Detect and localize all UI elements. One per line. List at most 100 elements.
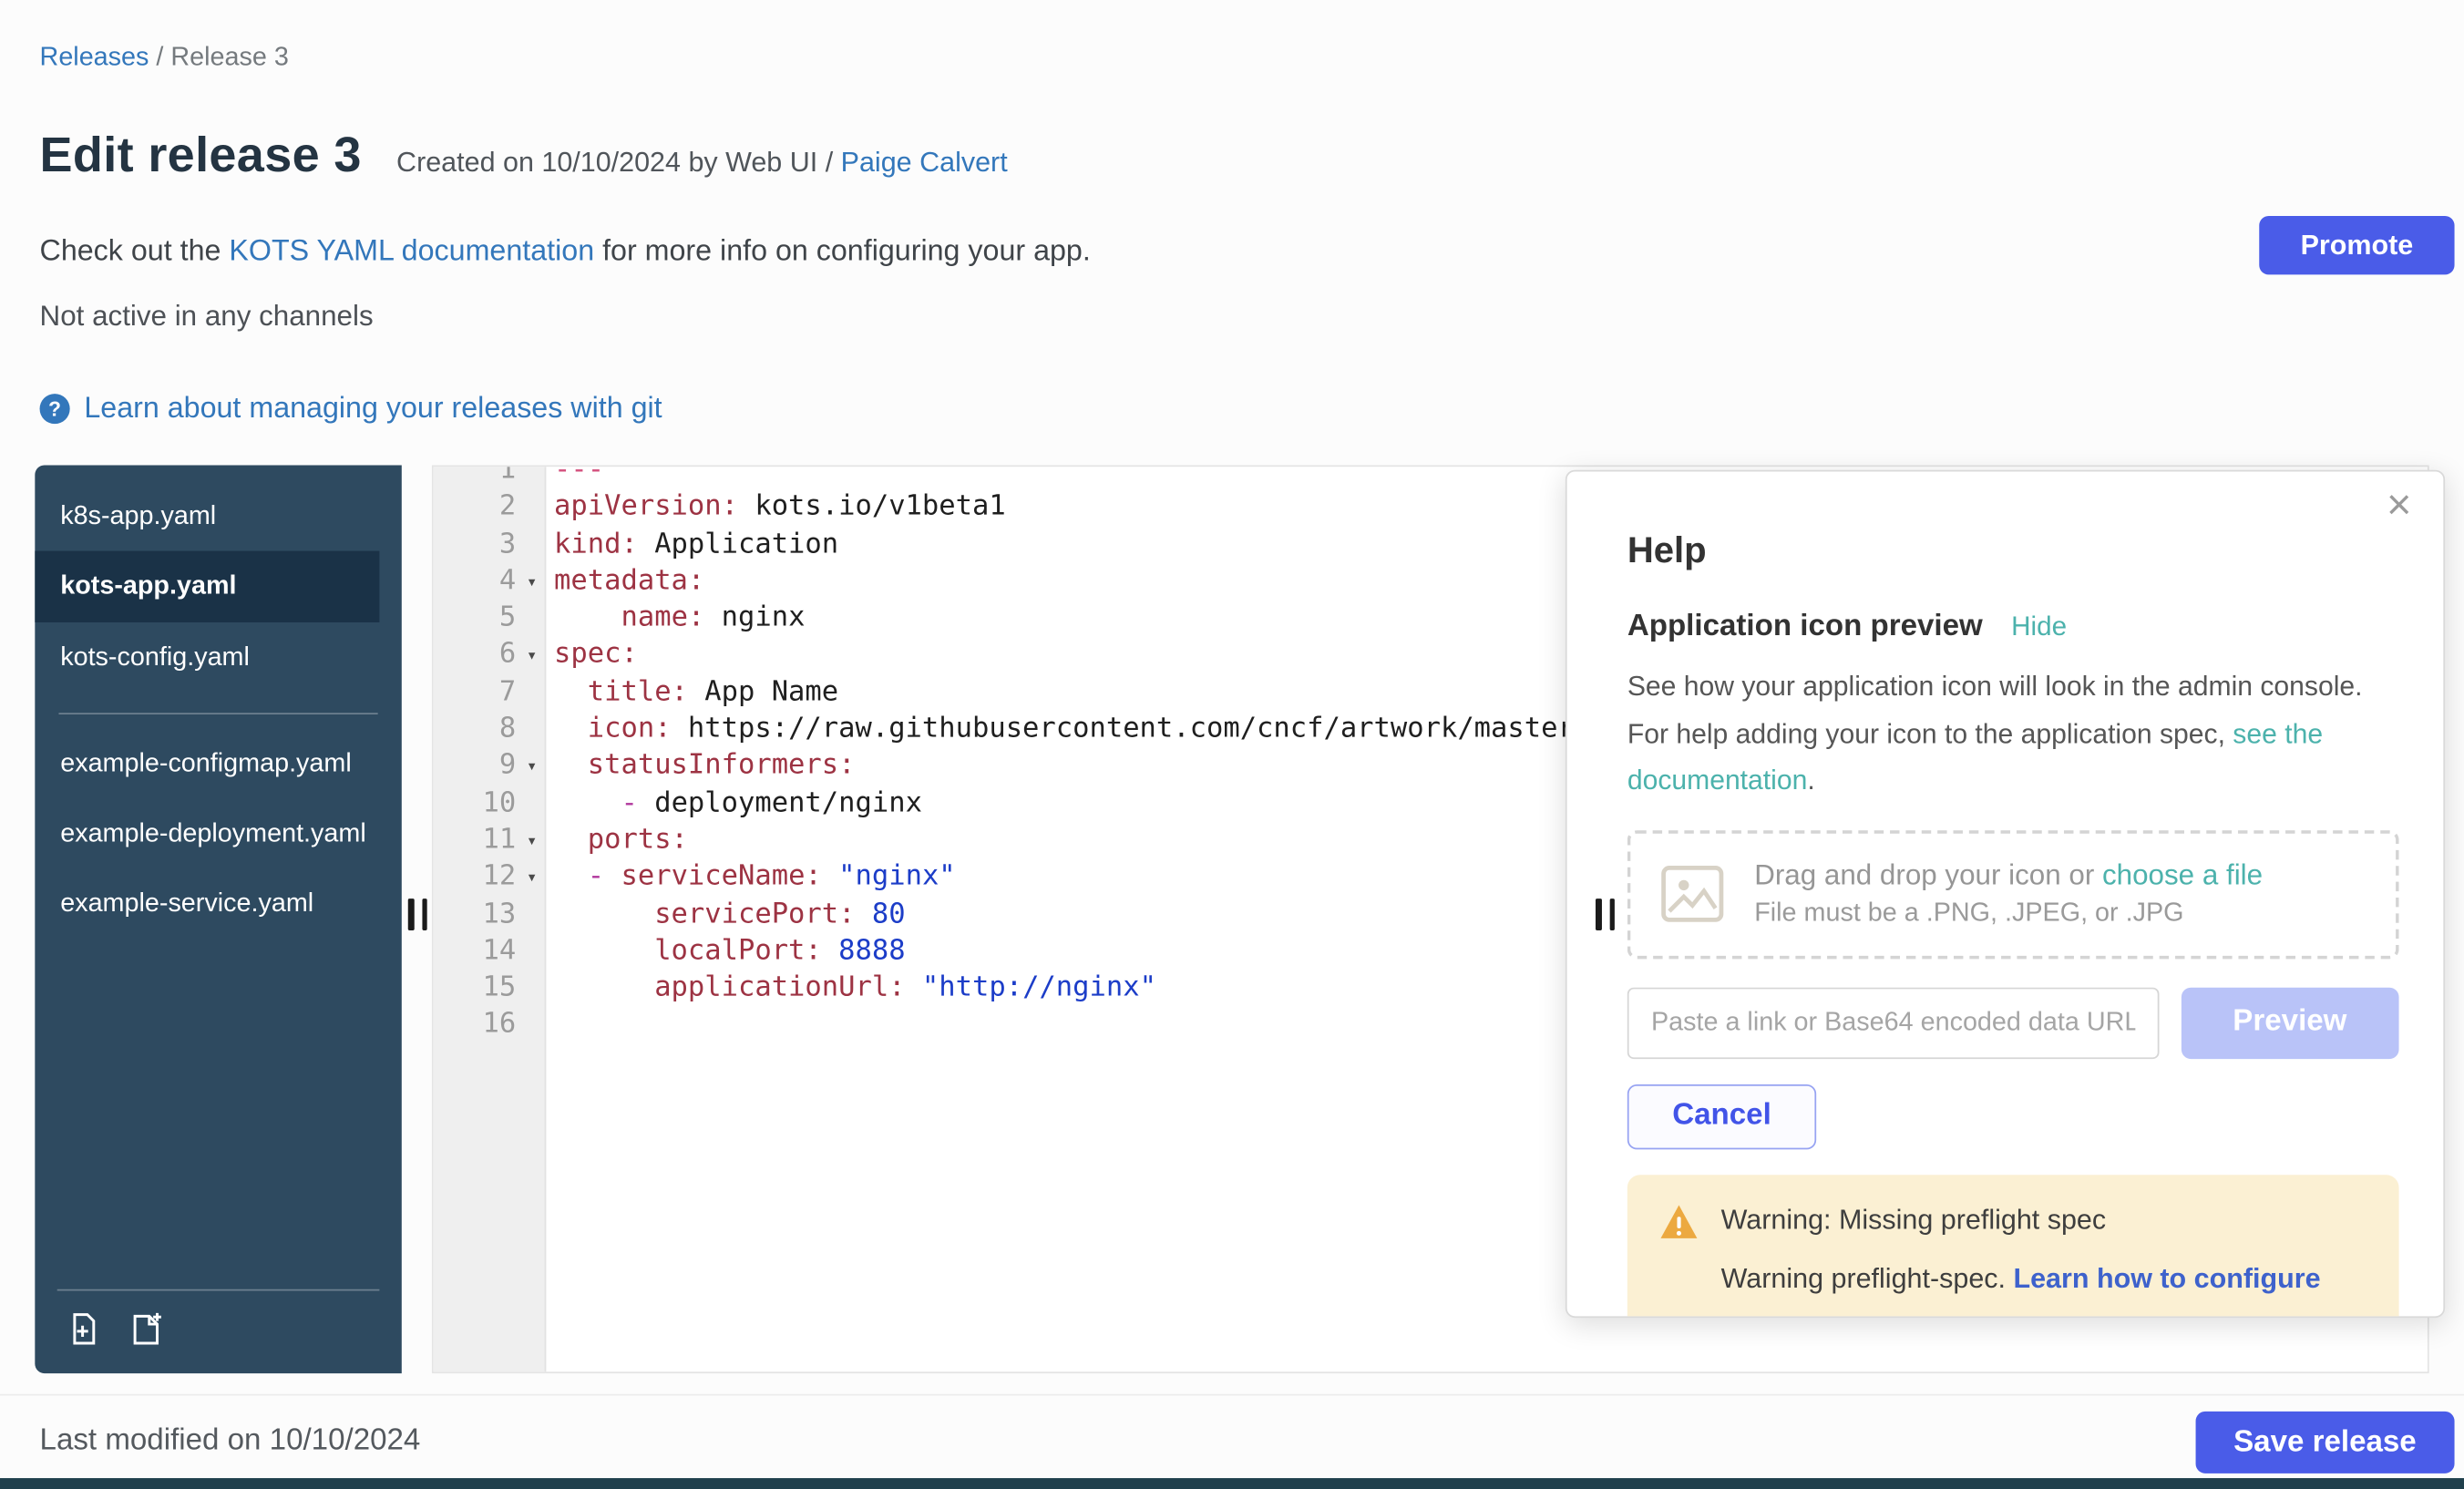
code-text[interactable]: - serviceName: "nginx" [545, 859, 956, 897]
file-name: kots-config.yaml [60, 642, 250, 671]
preview-button[interactable]: Preview [2181, 987, 2398, 1058]
breadcrumb-releases-link[interactable]: Releases [40, 43, 149, 71]
fold-arrow-icon[interactable] [519, 933, 545, 970]
code-text[interactable]: applicationUrl: "http://nginx" [545, 970, 1156, 1008]
help-circle-icon[interactable]: ? [40, 393, 70, 423]
fold-arrow-icon[interactable] [519, 897, 545, 934]
save-release-button[interactable]: Save release [2195, 1412, 2454, 1474]
cancel-button[interactable]: Cancel [1627, 1083, 1816, 1148]
code-text[interactable]: metadata: [545, 563, 705, 601]
line-number: 10 [483, 786, 519, 823]
line-number: 13 [483, 897, 519, 934]
fold-arrow-icon[interactable]: ▾ [519, 859, 545, 897]
fold-arrow-icon[interactable] [519, 465, 545, 489]
code-token [554, 787, 621, 819]
fold-arrow-icon[interactable] [519, 674, 545, 712]
code-token: https://raw.githubusercontent.com/cncf/a… [672, 713, 1592, 744]
close-icon[interactable]: × [2387, 484, 2411, 527]
gutter-cell: 8 [434, 712, 545, 749]
code-token [554, 824, 588, 856]
code-token: 8888 [838, 935, 905, 967]
fold-arrow-icon[interactable] [519, 712, 545, 749]
warning-detail-text: Warning preflight-spec. [1721, 1261, 2014, 1293]
author-link[interactable]: Paige Calvert [841, 146, 1008, 178]
code-text[interactable] [545, 1007, 554, 1044]
line-number: 11 [483, 822, 519, 859]
dropzone-text-block: Drag and drop your icon or choose a file… [1754, 859, 2263, 929]
warning-title: Warning: Missing preflight spec [1721, 1203, 2321, 1237]
code-token [554, 898, 654, 929]
git-releases-link[interactable]: Learn about managing your releases with … [84, 391, 662, 426]
code-text[interactable]: title: App Name [545, 674, 839, 712]
hide-link[interactable]: Hide [2011, 611, 2067, 643]
sidebar-file-item[interactable]: k8s-app.yaml [35, 481, 401, 551]
icon-dropzone[interactable]: Drag and drop your icon or choose a file… [1627, 829, 2399, 958]
code-token: ports: [588, 824, 688, 856]
gutter-cell: 3 [434, 527, 545, 564]
code-text[interactable]: servicePort: 80 [545, 897, 906, 934]
code-token: Application [638, 528, 838, 560]
gutter-cell: 10 [434, 786, 545, 823]
icon-url-input[interactable] [1627, 987, 2159, 1058]
code-text[interactable]: statusInformers: [545, 748, 856, 786]
code-token: statusInformers: [588, 750, 856, 782]
icon-link-row: Preview [1627, 987, 2399, 1058]
code-text[interactable]: --- [545, 465, 605, 489]
help-panel-resize-handle[interactable] [1596, 899, 1615, 930]
import-file-icon[interactable] [127, 1309, 165, 1348]
fold-arrow-icon[interactable] [519, 786, 545, 823]
fold-arrow-icon[interactable]: ▾ [519, 637, 545, 674]
sidebar-file-item[interactable]: example-configmap.yaml [35, 728, 401, 798]
sidebar-file-item[interactable]: example-deployment.yaml [35, 798, 401, 868]
gutter-cell: 1 [434, 465, 545, 489]
code-token [554, 750, 588, 782]
code-text[interactable]: - deployment/nginx [545, 786, 922, 823]
sidebar-resize-handle[interactable] [408, 899, 427, 930]
code-token: name: [621, 602, 704, 634]
code-token: apiVersion: [554, 491, 738, 523]
code-text[interactable]: apiVersion: kots.io/v1beta1 [545, 489, 1006, 527]
file-name: k8s-app.yaml [60, 502, 216, 530]
fold-arrow-icon[interactable]: ▾ [519, 748, 545, 786]
code-text[interactable]: name: nginx [545, 601, 806, 638]
sidebar-file-item[interactable]: kots-app.yaml [35, 551, 379, 621]
fold-arrow-icon[interactable]: ▾ [519, 563, 545, 601]
code-text[interactable]: spec: [545, 637, 638, 674]
title-row: Edit release 3 Created on 10/10/2024 by … [40, 127, 1008, 184]
choose-file-link[interactable]: choose a file [2102, 859, 2263, 891]
gutter-cell: 16 [434, 1007, 545, 1044]
kots-yaml-doc-link[interactable]: KOTS YAML documentation [229, 233, 594, 267]
line-number: 5 [499, 601, 519, 638]
fold-arrow-icon[interactable]: ▾ [519, 822, 545, 859]
fold-arrow-icon[interactable] [519, 489, 545, 527]
promote-button[interactable]: Promote [2259, 216, 2454, 274]
line-number: 14 [483, 933, 519, 970]
code-token [554, 972, 654, 1004]
code-token: servicePort: [654, 898, 855, 929]
created-info: Created on 10/10/2024 by Web UI / Paige … [396, 146, 1008, 180]
code-token [554, 602, 621, 634]
gutter-cell: 11 ▾ [434, 822, 545, 859]
code-token [822, 935, 838, 967]
icon-preview-title: Application icon preview [1627, 610, 1983, 644]
code-token: spec: [554, 639, 638, 671]
fold-arrow-icon[interactable] [519, 1007, 545, 1044]
code-text[interactable]: icon: https://raw.githubusercontent.com/… [545, 712, 1592, 749]
code-text[interactable]: ports: [545, 822, 688, 859]
line-number: 8 [499, 712, 519, 749]
line-number: 3 [499, 527, 519, 564]
file-name: example-deployment.yaml [60, 819, 366, 847]
file-list-primary: k8s-app.yaml kots-app.yaml kots-config.y… [35, 481, 401, 692]
sidebar-file-item[interactable]: kots-config.yaml [35, 621, 401, 692]
gutter-cell: 15 [434, 970, 545, 1008]
code-text[interactable]: kind: Application [545, 527, 839, 564]
fold-arrow-icon[interactable] [519, 970, 545, 1008]
breadcrumb-separator: / [149, 43, 170, 71]
code-text[interactable]: localPort: 8888 [545, 933, 906, 970]
fold-arrow-icon[interactable] [519, 527, 545, 564]
sidebar-file-item[interactable]: example-service.yaml [35, 869, 401, 940]
fold-arrow-icon[interactable] [519, 601, 545, 638]
learn-configure-link[interactable]: Learn how to configure [2013, 1261, 2320, 1293]
line-number: 15 [483, 970, 519, 1008]
add-file-icon[interactable] [64, 1309, 102, 1348]
